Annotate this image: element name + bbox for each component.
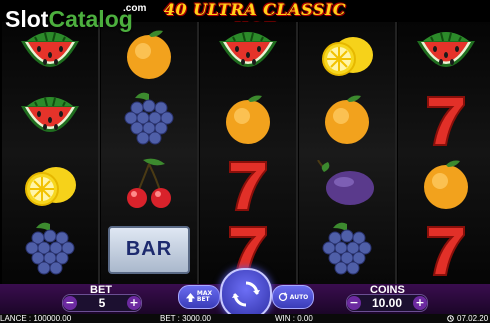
- win-readout: WIN : 0.00: [275, 314, 313, 323]
- coins-plus-button[interactable]: +: [413, 296, 427, 310]
- bet-minus-button[interactable]: −: [63, 296, 77, 310]
- orange-symbol: [299, 87, 395, 152]
- game-title: 40 ULTRA CLASSIC HOT: [163, 0, 347, 38]
- reel-1: [2, 22, 100, 284]
- spin-button[interactable]: [220, 268, 272, 320]
- bet-value: 5: [98, 296, 106, 310]
- orange-symbol: [398, 152, 490, 217]
- balance-readout: LANCE : 100000.00: [0, 314, 72, 323]
- clock-icon: [447, 315, 454, 322]
- clock-readout: 07.02.20: [457, 314, 489, 323]
- autoplay-button[interactable]: AUTO: [272, 285, 314, 309]
- watermark-logo: SlotCatalog .com: [5, 3, 146, 33]
- reels-area: BAR: [0, 22, 490, 284]
- refresh-arrows-icon: [232, 281, 260, 307]
- coins-stepper: − 10.00 +: [346, 294, 428, 312]
- watermelon-symbol: [200, 22, 296, 87]
- total-bet-readout: BET : 3000.00: [160, 314, 211, 323]
- seven-symbol: [200, 152, 296, 217]
- lemon-symbol: [2, 152, 98, 217]
- coins-value: 10.00: [371, 296, 403, 310]
- bar-symbol: BAR: [101, 217, 197, 282]
- reel-4: [299, 22, 397, 284]
- circular-arrows-icon: [278, 292, 288, 302]
- status-bar: LANCE : 100000.00 BET : 3000.00 WIN : 0.…: [0, 314, 490, 323]
- watermark-suffix: .com: [123, 3, 147, 14]
- bet-stepper: − 5 +: [62, 294, 142, 312]
- reel-5: [398, 22, 490, 284]
- watermark-part2: Catalog: [48, 6, 133, 32]
- watermark-part1: Slot: [5, 6, 49, 32]
- coins-minus-button[interactable]: −: [347, 296, 361, 310]
- grapes-symbol: [299, 217, 395, 282]
- max-bet-button[interactable]: MAX BET: [178, 285, 220, 309]
- grapes-symbol: [101, 87, 197, 152]
- bar-symbol-text: BAR: [125, 238, 173, 260]
- auto-label: AUTO: [289, 293, 309, 301]
- seven-symbol: [398, 87, 490, 152]
- up-arrow-icon: [185, 292, 195, 302]
- lemon-symbol: [299, 22, 395, 87]
- watermelon-symbol: [398, 22, 490, 87]
- max-bet-line2: BET: [196, 296, 210, 303]
- orange-symbol: [200, 87, 296, 152]
- grapes-symbol: [2, 217, 98, 282]
- reel-2: BAR: [101, 22, 199, 284]
- reel-3: [200, 22, 298, 284]
- plum-symbol: [299, 152, 395, 217]
- seven-symbol: [398, 217, 490, 282]
- bet-plus-button[interactable]: +: [127, 296, 141, 310]
- watermelon-symbol: [2, 87, 98, 152]
- cherries-symbol: [101, 152, 197, 217]
